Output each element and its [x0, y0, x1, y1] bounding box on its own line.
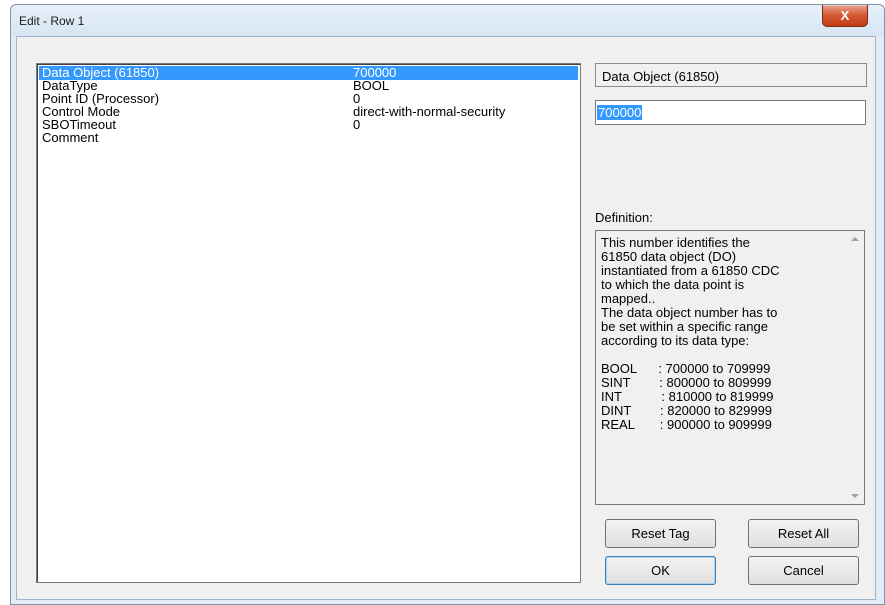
definition-text: This number identifies the 61850 data ob…: [601, 235, 780, 432]
property-row[interactable]: Data Object (61850) 700000: [39, 66, 578, 80]
property-list[interactable]: Data Object (61850) 700000 DataType BOOL…: [36, 63, 581, 583]
reset-all-button[interactable]: Reset All: [748, 519, 859, 548]
close-button[interactable]: X: [822, 5, 868, 27]
window-title: Edit - Row 1: [19, 14, 85, 28]
field-value-input[interactable]: 700000: [595, 100, 866, 125]
title-bar[interactable]: Edit - Row 1 X: [11, 5, 884, 37]
dialog-client-area: Data Object (61850) 700000 DataType BOOL…: [16, 36, 876, 600]
definition-scrollbar[interactable]: [847, 231, 864, 504]
selected-field-name: Data Object (61850): [595, 63, 867, 87]
property-value: 0: [353, 117, 361, 132]
field-value-text: 700000: [597, 105, 643, 120]
definition-textbox[interactable]: This number identifies the 61850 data ob…: [595, 230, 865, 505]
property-row[interactable]: Control Mode direct-with-normal-security: [39, 105, 578, 119]
property-value: direct-with-normal-security: [353, 104, 506, 119]
property-name: Comment: [42, 130, 99, 145]
property-row[interactable]: Comment: [39, 131, 578, 145]
ok-button[interactable]: OK: [605, 556, 716, 585]
definition-label: Definition:: [595, 210, 653, 225]
property-row[interactable]: SBOTimeout 0: [39, 118, 578, 132]
edit-dialog-window: Edit - Row 1 X Data Object (61850) 70000…: [10, 4, 885, 605]
reset-tag-button[interactable]: Reset Tag: [605, 519, 716, 548]
close-icon: X: [840, 8, 850, 23]
cancel-button[interactable]: Cancel: [748, 556, 859, 585]
scroll-down-arrow-icon[interactable]: [851, 494, 859, 498]
scroll-up-arrow-icon[interactable]: [851, 237, 859, 241]
